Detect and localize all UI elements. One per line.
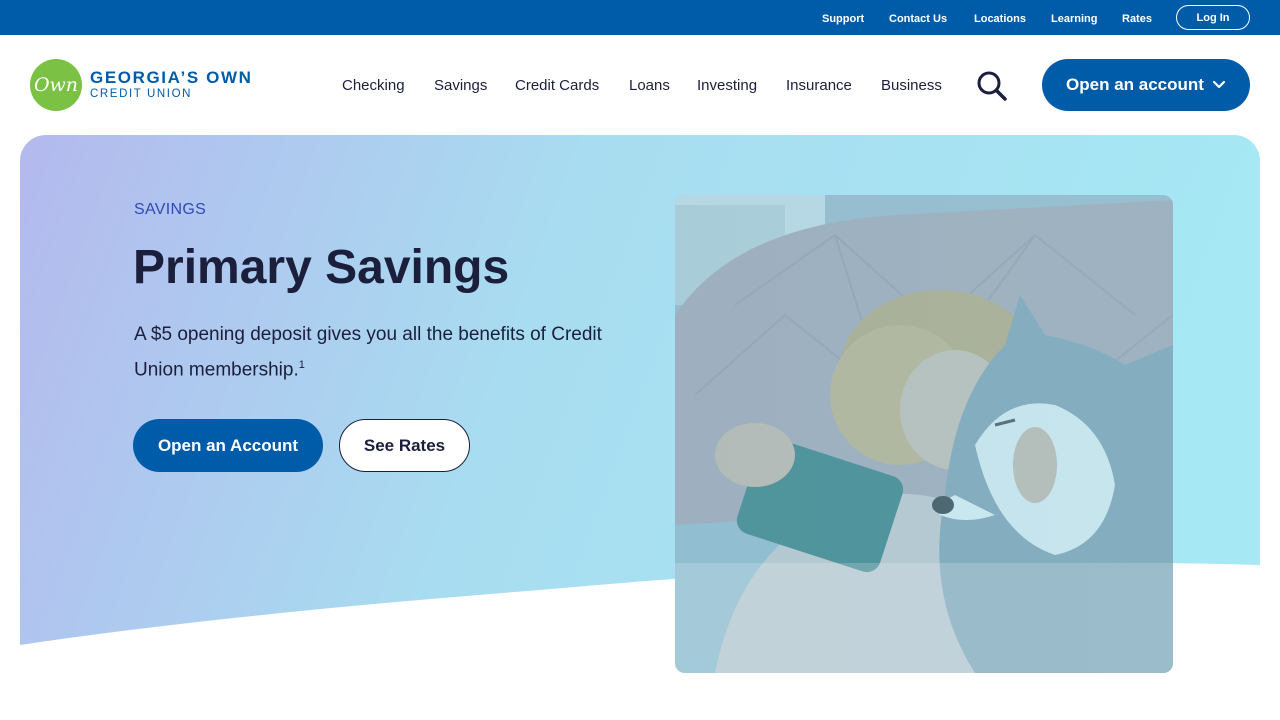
logo-mark[interactable]: Own [30,59,82,111]
nav-investing[interactable]: Investing [697,77,757,94]
hero-photo-illustration [675,195,1173,673]
learning-link[interactable]: Learning [1051,13,1097,25]
logo-subtitle: CREDIT UNION [90,88,193,100]
section-eyebrow: SAVINGS [134,201,207,218]
nav-insurance[interactable]: Insurance [786,77,852,94]
rates-link[interactable]: Rates [1122,13,1152,25]
nav-savings[interactable]: Savings [434,77,487,94]
see-rates-button[interactable]: See Rates [339,419,470,472]
main-header: Own GEORGIA’S OWN CREDIT UNION Checking … [0,35,1280,135]
open-account-dropdown-button[interactable]: Open an account [1042,59,1250,111]
chevron-down-icon [1212,80,1226,89]
hero-description-text: A $5 opening deposit gives you all the b… [134,324,602,381]
locations-link[interactable]: Locations [974,13,1026,25]
nav-credit-cards[interactable]: Credit Cards [515,77,599,94]
nav-loans[interactable]: Loans [629,77,670,94]
contact-us-link[interactable]: Contact Us [889,13,947,25]
open-an-account-button[interactable]: Open an Account [133,419,323,472]
logo-wordmark[interactable]: GEORGIA’S OWN [90,68,252,88]
utility-bar: Support Contact Us Locations Learning Ra… [0,0,1280,35]
page-title: Primary Savings [133,241,510,294]
support-link[interactable]: Support [822,13,864,25]
search-icon[interactable] [976,71,1008,101]
hero-description: A $5 opening deposit gives you all the b… [134,320,604,385]
open-account-label: Open an account [1066,75,1204,94]
login-button[interactable]: Log In [1176,5,1250,30]
nav-business[interactable]: Business [881,77,942,94]
hero-photo-woman-with-dog [675,195,1173,673]
footnote-marker[interactable]: 1 [299,359,305,371]
nav-checking[interactable]: Checking [342,77,405,94]
